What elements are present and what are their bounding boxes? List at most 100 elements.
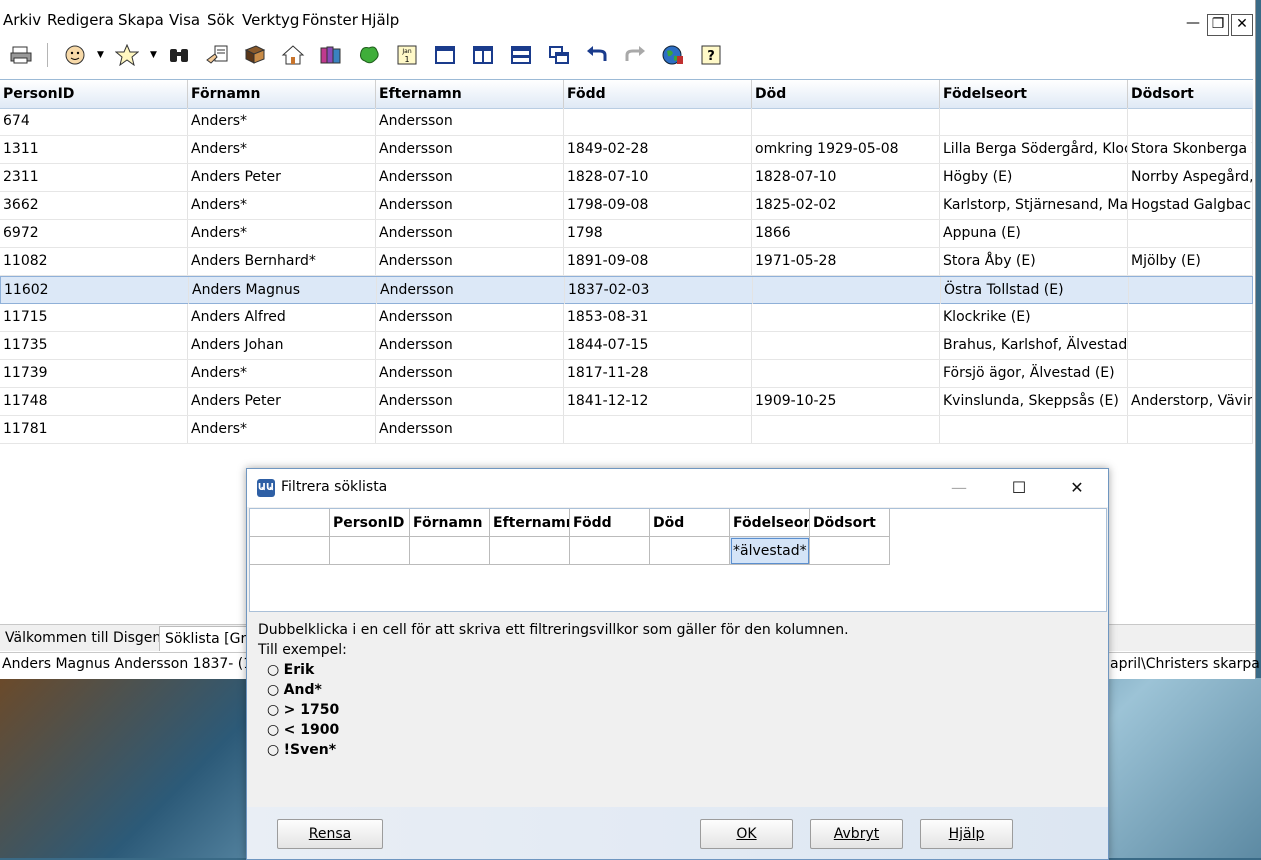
column-header-fodelseort[interactable]: Födelseort [940,80,1128,108]
status-path: april\Christers skarpa [1110,656,1260,672]
filter-cell-dod[interactable] [650,537,730,565]
redo-icon[interactable] [622,42,648,68]
cell-dodsort: Norrby Aspegård, [1128,164,1253,191]
column-header-dod[interactable]: Död [752,80,940,108]
menu-arkiv[interactable]: Arkiv [3,11,41,29]
close-icon[interactable]: ✕ [1231,14,1253,36]
table-row[interactable]: 11715 Anders Alfred Andersson 1853-08-31 Klo… [0,304,1253,332]
table-row[interactable]: 11739 Anders* Andersson 1817-11-28 Försjö äg… [0,360,1253,388]
cell-personid: 6972 [0,220,188,247]
column-header-efternamn[interactable]: Efternamn [376,80,564,108]
filter-cell-efternamn[interactable] [490,537,570,565]
table-row[interactable]: 11602 Anders Magnus Andersson 1837-02-03 Öst… [0,276,1253,304]
status-person: Anders Magnus Andersson 1837- (116 [2,656,270,672]
cell-fornamn: Anders Alfred [188,304,376,331]
cell-fodd: 1837-02-03 [565,277,753,304]
calendar-icon[interactable]: Jan 1 [394,42,420,68]
globe-icon[interactable] [660,42,686,68]
cell-fodd [564,108,752,135]
print-icon[interactable] [8,42,34,68]
filter-cell-dodsort[interactable] [810,537,890,565]
book-icon[interactable] [242,42,268,68]
filter-cell-fornamn[interactable] [410,537,490,565]
hand-document-icon[interactable] [204,42,230,68]
minimize-icon[interactable]: — [1183,14,1203,34]
person-icon[interactable] [62,42,88,68]
restore-icon[interactable]: ❐ [1207,14,1229,36]
menu-sok[interactable]: Sök [207,11,234,29]
person-star-icon[interactable] [114,42,140,68]
cell-efternamn: Andersson [376,388,564,415]
table-row[interactable]: 2311 Anders Peter Andersson 1828-07-10 1828-… [0,164,1253,192]
window-single-icon[interactable] [432,42,458,68]
table-row[interactable]: 1311 Anders* Andersson 1849-02-28 omkring 19… [0,136,1253,164]
svg-text:1: 1 [404,55,409,64]
cell-efternamn: Andersson [376,136,564,163]
column-header-dodsort[interactable]: Dödsort [1128,80,1253,108]
dialog-title: Filtrera söklista [281,479,388,495]
menu-visa[interactable]: Visa [169,11,200,29]
table-row[interactable]: 11082 Anders Bernhard* Andersson 1891-09-08… [0,248,1253,276]
cell-fodelseort: Kvinslunda, Skeppsås (E) [940,388,1128,415]
cell-personid: 11602 [1,277,189,304]
cell-dodsort: Stora Skonberga V [1128,136,1253,163]
cell-fodd: 1849-02-28 [564,136,752,163]
filter-dialog: ԱԱ Filtrera söklista — ☐ ✕ PersonID Förn… [246,468,1109,860]
dialog-titlebar: ԱԱ Filtrera söklista — ☐ ✕ [247,469,1108,507]
help-button[interactable]: Hjälp [920,819,1013,849]
person-dropdown-icon[interactable]: ▼ [97,50,104,60]
cell-dod: 1909-10-25 [752,388,940,415]
person-star-dropdown-icon[interactable]: ▼ [150,50,157,60]
menu-redigera[interactable]: Redigera [47,11,114,29]
table-row[interactable]: 11748 Anders Peter Andersson 1841-12-12 1909… [0,388,1253,416]
column-header-fodd[interactable]: Född [564,80,752,108]
menu-fonster[interactable]: Fönster [302,11,358,29]
cell-fodd [564,416,752,443]
cell-fodd: 1798-09-08 [564,192,752,219]
cell-fodd: 1828-07-10 [564,164,752,191]
dialog-maximize-icon[interactable]: ☐ [999,475,1039,501]
menu-hjalp[interactable]: Hjälp [361,11,399,29]
map-icon[interactable] [356,42,382,68]
menu-verktyg[interactable]: Verktyg [242,11,299,29]
cell-fornamn: Anders* [188,192,376,219]
binoculars-icon[interactable] [166,42,192,68]
window-split-horizontal-icon[interactable] [508,42,534,68]
tab-valkommen[interactable]: Välkommen till Disgen [0,626,166,650]
menu-skapa[interactable]: Skapa [118,11,164,29]
help-icon[interactable]: ? [698,42,724,68]
window-cascade-icon[interactable] [546,42,572,68]
filter-cell-corner [250,537,330,565]
undo-icon[interactable] [584,42,610,68]
tab-soklista[interactable]: Söklista [Gru [159,626,255,651]
cell-personid: 11781 [0,416,188,443]
cell-dodsort [1128,332,1253,359]
window-split-vertical-icon[interactable] [470,42,496,68]
cell-efternamn: Andersson [376,192,564,219]
books-icon[interactable] [318,42,344,68]
dialog-close-icon[interactable]: ✕ [1057,475,1097,501]
cell-dodsort [1128,304,1253,331]
cell-personid: 2311 [0,164,188,191]
dialog-minimize-icon[interactable]: — [939,475,979,501]
cancel-button[interactable]: Avbryt [810,819,903,849]
column-header-fornamn[interactable]: Förnamn [188,80,376,108]
table-row[interactable]: 6972 Anders* Andersson 1798 1866 Appuna (E) [0,220,1253,248]
filter-cell-fodelseort[interactable]: *älvestad* [730,537,810,565]
table-row[interactable]: 3662 Anders* Andersson 1798-09-08 1825-02-02… [0,192,1253,220]
cell-dod: omkring 1929-05-08 [752,136,940,163]
home-icon[interactable] [280,42,306,68]
table-row[interactable]: 11781 Anders* Andersson [0,416,1253,444]
cell-dod: 1825-02-02 [752,192,940,219]
filter-cell-fodd[interactable] [570,537,650,565]
table-row[interactable]: 674 Anders* Andersson [0,108,1253,136]
table-row[interactable]: 11735 Anders Johan Andersson 1844-07-15 Brah… [0,332,1253,360]
cell-fodelseort: Försjö ägor, Älvestad (E) [940,360,1128,387]
cell-dod [752,108,940,135]
cell-fodd: 1844-07-15 [564,332,752,359]
filter-cell-personid[interactable] [330,537,410,565]
column-header-personid[interactable]: PersonID [0,80,188,108]
clear-button[interactable]: Rensa [277,819,383,849]
cell-dodsort [1128,360,1253,387]
ok-button[interactable]: OK [700,819,793,849]
